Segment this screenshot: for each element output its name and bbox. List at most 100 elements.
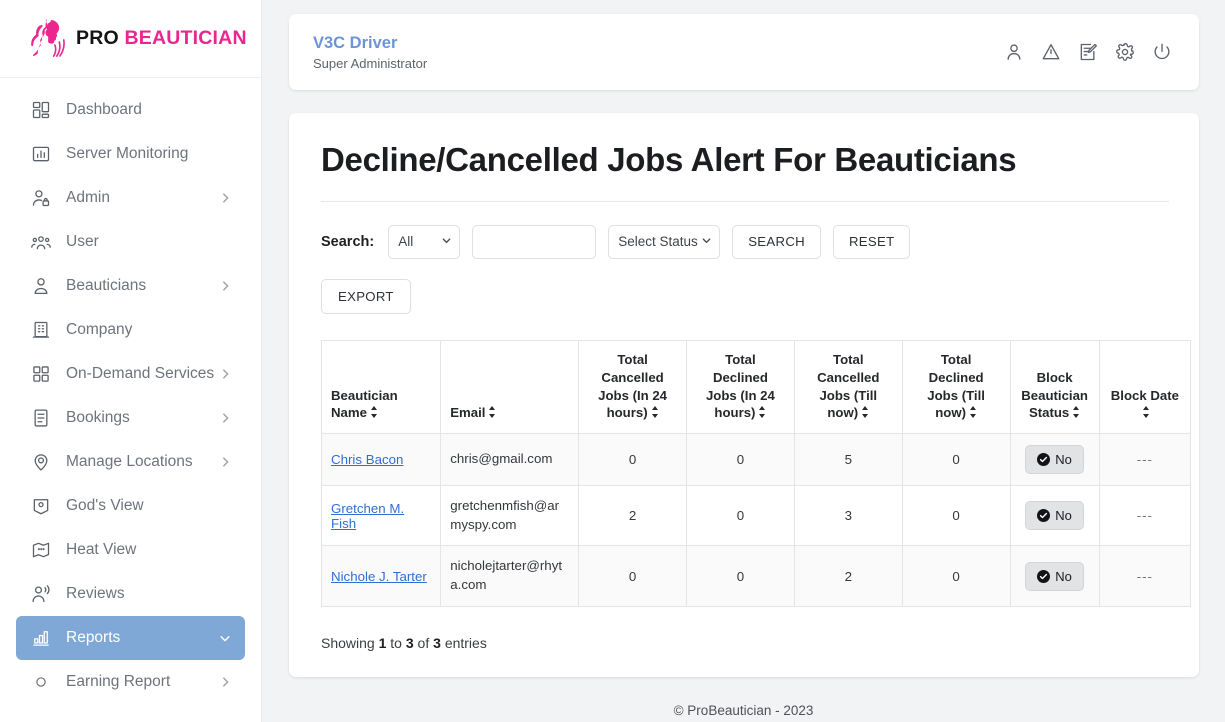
column-label: Total Cancelled Jobs (Till now) — [817, 351, 880, 421]
sidebar-item-bookings[interactable]: Bookings — [16, 396, 245, 440]
block-status-label: No — [1055, 452, 1072, 468]
user-tie-icon — [30, 275, 52, 297]
cell-declined-24h: 0 — [686, 545, 795, 607]
power-icon[interactable] — [1151, 41, 1173, 63]
sidebar-item-label: God's View — [66, 497, 144, 514]
cell-block-date: --- — [1098, 485, 1192, 547]
brand-name-secondary: BEAUTICIAN — [124, 26, 247, 49]
reset-button[interactable]: RESET — [832, 224, 911, 259]
map-pin-icon — [30, 451, 52, 473]
sort-icon — [969, 405, 977, 423]
check-circle-icon — [1037, 453, 1051, 467]
page-footer: © ProBeautician - 2023 — [673, 703, 814, 718]
user-voice-icon — [30, 583, 52, 605]
sidebar-item-label: Manage Locations — [66, 453, 193, 470]
cell-cancelled-total: 5 — [793, 433, 903, 487]
info-suffix: entries — [444, 634, 487, 651]
cell-cancelled-24h: 0 — [578, 433, 687, 487]
column-header-block-date[interactable]: Block Date — [1098, 339, 1192, 435]
bar-chart-icon — [30, 143, 52, 165]
report-bars-icon — [30, 627, 52, 649]
grid-squares-icon — [30, 363, 52, 385]
cell-beautician-name: Chris Bacon — [320, 433, 442, 487]
info-mid: to — [390, 634, 402, 651]
scope-select-wrapper: All — [388, 224, 461, 259]
sidebar-item-server-monitoring[interactable]: Server Monitoring — [16, 132, 245, 176]
sidebar-item-dashboard[interactable]: Dashboard — [16, 88, 245, 132]
search-input[interactable] — [472, 224, 597, 259]
table-row: Chris Bacon chris@gmail.com 0 0 5 0 No --- — [320, 433, 1192, 487]
sidebar-item-user[interactable]: User — [16, 220, 245, 264]
circle-bullet-icon — [30, 671, 52, 693]
cell-declined-24h: 0 — [686, 485, 795, 547]
table-row: Gretchen M. Fish gretchenmfish@armyspy.co… — [320, 485, 1192, 547]
block-status-toggle[interactable]: No — [1025, 445, 1084, 475]
export-button[interactable]: EXPORT — [321, 278, 411, 314]
brand-name: PRO BEAUTICIAN — [76, 26, 247, 49]
edit-document-icon[interactable] — [1077, 41, 1099, 63]
check-circle-icon — [1037, 569, 1051, 583]
beautician-name-link[interactable]: Nichole J. Tarter — [331, 569, 427, 584]
beautician-name-link[interactable]: Gretchen M. Fish — [331, 501, 404, 531]
cell-block-date: --- — [1098, 433, 1192, 487]
sidebar-item-reviews[interactable]: Reviews — [16, 572, 245, 616]
content-card: Decline/Cancelled Jobs Alert For Beautic… — [289, 113, 1199, 677]
sidebar-item-company[interactable]: Company — [16, 308, 245, 352]
sidebar-item-beauticians[interactable]: Beauticians — [16, 264, 245, 308]
column-label: Email — [450, 405, 486, 421]
sidebar-item-reports[interactable]: Reports — [16, 616, 245, 660]
info-of: of — [417, 634, 430, 651]
app-root: PRO BEAUTICIAN Dashboard Server Monitorin… — [0, 0, 1225, 722]
gear-icon[interactable] — [1114, 41, 1136, 63]
table-head: Beautician Name Email Total Cancelled Jo… — [320, 339, 1192, 435]
column-header-email[interactable]: Email — [440, 339, 580, 435]
block-status-toggle[interactable]: No — [1025, 501, 1084, 531]
column-header-beautician-name[interactable]: Beautician Name — [320, 339, 442, 435]
cell-email: chris@gmail.com — [440, 433, 580, 487]
sidebar-item-earning-report[interactable]: Earning Report — [16, 660, 245, 704]
column-header-total-cancelled-24h[interactable]: Total Cancelled Jobs (In 24 hours) — [578, 339, 687, 435]
sidebar-item-on-demand-services[interactable]: On-Demand Services — [16, 352, 245, 396]
sidebar-item-label: Reviews — [66, 585, 125, 602]
beauticians-alert-table: Beautician Name Email Total Cancelled Jo… — [320, 339, 1192, 607]
chevron-down-icon — [219, 634, 231, 643]
chevron-right-icon — [219, 456, 231, 468]
building-icon — [30, 319, 52, 341]
user-icon[interactable] — [1003, 41, 1025, 63]
chevron-right-icon — [219, 368, 231, 380]
sort-icon — [1142, 405, 1150, 423]
sidebar-item-label: User — [66, 233, 99, 250]
search-button[interactable]: SEARCH — [732, 224, 821, 259]
chevron-right-icon — [219, 192, 231, 204]
column-header-total-cancelled-till-now[interactable]: Total Cancelled Jobs (Till now) — [793, 339, 903, 435]
topbar-actions — [1003, 41, 1173, 63]
sidebar-item-heat-view[interactable]: Heat View — [16, 528, 245, 572]
map-location-icon — [30, 495, 52, 517]
block-status-toggle[interactable]: No — [1025, 561, 1084, 591]
brand-logo[interactable]: PRO BEAUTICIAN — [0, 0, 261, 78]
cell-declined-total: 0 — [901, 485, 1011, 547]
search-scope-select[interactable]: All — [388, 224, 461, 259]
sidebar-item-god-s-view[interactable]: God's View — [16, 484, 245, 528]
column-header-block-status[interactable]: Block Beautician Status — [1009, 339, 1100, 435]
sidebar-item-label: Reports — [66, 629, 121, 646]
block-status-label: No — [1055, 568, 1072, 584]
beautician-name-link[interactable]: Chris Bacon — [331, 452, 403, 467]
search-label: Search: — [321, 233, 375, 250]
topbar-title: V3C Driver — [313, 33, 398, 52]
column-header-total-declined-till-now[interactable]: Total Declined Jobs (Till now) — [901, 339, 1011, 435]
sidebar: PRO BEAUTICIAN Dashboard Server Monitorin… — [0, 0, 262, 722]
warning-triangle-icon[interactable] — [1040, 41, 1062, 63]
heat-map-icon — [30, 539, 52, 561]
sidebar-item-label: On-Demand Services — [66, 365, 215, 382]
block-status-label: No — [1055, 508, 1072, 524]
status-select[interactable]: Select Status — [608, 224, 721, 259]
sidebar-item-manage-locations[interactable]: Manage Locations — [16, 440, 245, 484]
cell-declined-total: 0 — [901, 433, 1011, 487]
sidebar-item-label: Heat View — [66, 541, 137, 558]
main-area: V3C Driver Super Administrator Decline/C… — [262, 0, 1225, 722]
cell-cancelled-total: 2 — [793, 545, 903, 607]
sort-icon — [370, 405, 378, 423]
sidebar-item-admin[interactable]: Admin — [16, 176, 245, 220]
column-header-total-declined-24h[interactable]: Total Declined Jobs (In 24 hours) — [686, 339, 795, 435]
